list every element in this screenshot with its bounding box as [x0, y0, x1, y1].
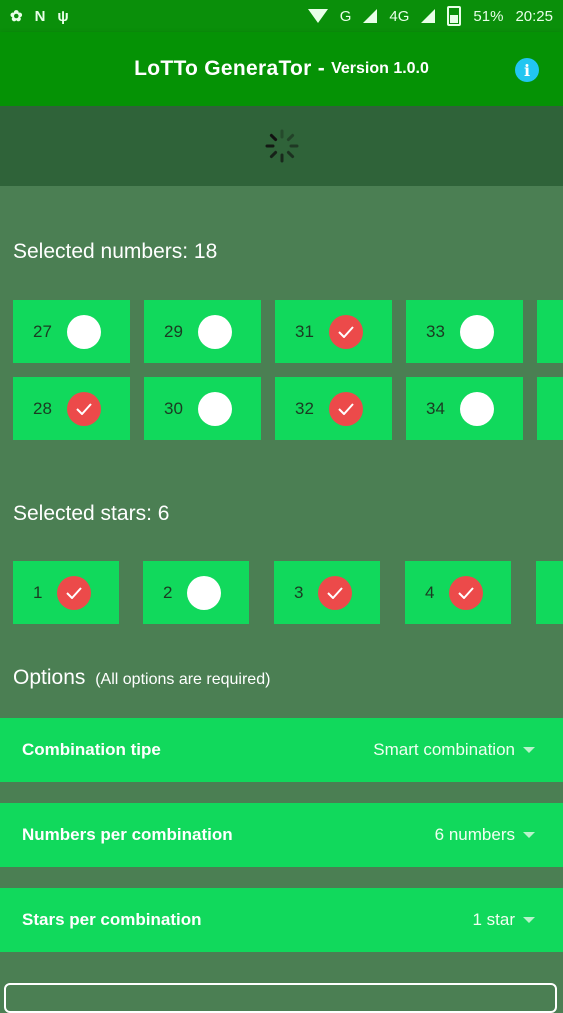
number-tile[interactable]: 27 [13, 300, 130, 363]
checkbox-circle[interactable] [67, 391, 101, 426]
number-tile[interactable]: 32 [275, 377, 392, 440]
star-label: 1 [33, 582, 43, 602]
dropdown-caret-icon [523, 917, 535, 923]
signal-icon [363, 9, 378, 23]
selected-stars-heading: Selected stars: 6 [13, 502, 170, 525]
star-tile[interactable]: 2 [143, 561, 249, 624]
dropdown-caret-icon [523, 832, 535, 838]
star-label: 2 [163, 582, 173, 602]
number-label: 31 [295, 321, 314, 341]
checkbox-circle[interactable] [329, 391, 363, 426]
number-label: 29 [164, 321, 183, 341]
checkbox-circle[interactable] [449, 575, 483, 610]
status-bar: ✿ N ψ G 4G 51% 20:25 [0, 0, 563, 32]
wifi-icon [307, 9, 328, 23]
app-bar: LoTTo GeneraTor - Version 1.0.0 i [0, 32, 563, 106]
number-tile-partial[interactable] [537, 300, 563, 363]
check-icon [327, 586, 343, 599]
number-label: 27 [33, 321, 52, 341]
number-tile[interactable]: 29 [144, 300, 261, 363]
number-label: 30 [164, 398, 183, 418]
star-tile[interactable]: 1 [13, 561, 119, 624]
checkbox-circle[interactable] [67, 314, 101, 349]
numbers-per-combination-select[interactable]: Numbers per combination 6 numbers [0, 803, 563, 867]
option-value-text: 1 star [472, 910, 515, 929]
check-icon [338, 325, 354, 338]
checkbox-circle[interactable] [187, 575, 221, 610]
number-label: 28 [33, 398, 52, 418]
option-label: Numbers per combination [22, 825, 233, 844]
options-title: Options [13, 666, 86, 689]
check-icon [76, 402, 92, 415]
number-label: 33 [426, 321, 445, 341]
number-label: 32 [295, 398, 314, 418]
dropdown-caret-icon [523, 747, 535, 753]
app-title: LoTTo GeneraTor - [134, 57, 326, 80]
checkbox-circle[interactable] [198, 314, 232, 349]
battery-icon [447, 6, 462, 26]
app-version: Version 1.0.0 [331, 60, 429, 77]
status-left: ✿ N ψ [10, 7, 69, 26]
number-tile[interactable]: 28 [13, 377, 130, 440]
checkbox-circle[interactable] [318, 575, 352, 610]
option-value[interactable]: 6 numbers [435, 825, 535, 845]
info-icon[interactable]: i [515, 58, 539, 82]
star-tile-partial[interactable] [536, 561, 563, 624]
number-tile-partial[interactable] [537, 377, 563, 440]
star-label: 4 [425, 582, 435, 602]
check-icon [458, 586, 474, 599]
checkbox-circle[interactable] [329, 314, 363, 349]
usb-icon: ψ [57, 7, 69, 25]
combination-type-select[interactable]: Combination tipe Smart combination [0, 718, 563, 782]
checkbox-circle[interactable] [198, 391, 232, 426]
generate-button-partial[interactable] [4, 983, 557, 1013]
option-label: Combination tipe [22, 740, 161, 759]
options-note: (All options are required) [95, 671, 271, 688]
check-icon [338, 402, 354, 415]
clock: 20:25 [515, 7, 553, 25]
network-4g: 4G [389, 7, 410, 25]
number-tile[interactable]: 33 [406, 300, 523, 363]
options-heading: Options (All options are required) [13, 666, 270, 690]
star-label: 3 [294, 582, 304, 602]
stars-per-combination-select[interactable]: Stars per combination 1 star [0, 888, 563, 952]
number-tile[interactable]: 34 [406, 377, 523, 440]
number-tile[interactable]: 31 [275, 300, 392, 363]
option-value-text: 6 numbers [434, 825, 515, 844]
battery-level: 51% [473, 7, 504, 25]
number-label: 34 [426, 398, 445, 418]
star-tile[interactable]: 4 [405, 561, 511, 624]
option-value-text: Smart combination [373, 740, 515, 759]
number-tile[interactable]: 30 [144, 377, 261, 440]
selected-numbers-heading: Selected numbers: 18 [13, 240, 218, 263]
option-value[interactable]: 1 star [472, 910, 535, 930]
aperture-icon: ✿ [10, 8, 23, 25]
network-g: G [339, 7, 352, 25]
signal-icon-2 [421, 9, 436, 23]
loading-strip [0, 106, 563, 186]
spinner-icon [265, 129, 298, 163]
option-label: Stars per combination [22, 910, 202, 929]
checkbox-circle[interactable] [460, 391, 494, 426]
star-tile[interactable]: 3 [274, 561, 380, 624]
n-icon: N [34, 7, 46, 25]
checkbox-circle[interactable] [57, 575, 91, 610]
check-icon [66, 586, 82, 599]
option-value[interactable]: Smart combination [373, 740, 535, 760]
checkbox-circle[interactable] [460, 314, 494, 349]
status-right: G 4G 51% 20:25 [307, 6, 553, 26]
